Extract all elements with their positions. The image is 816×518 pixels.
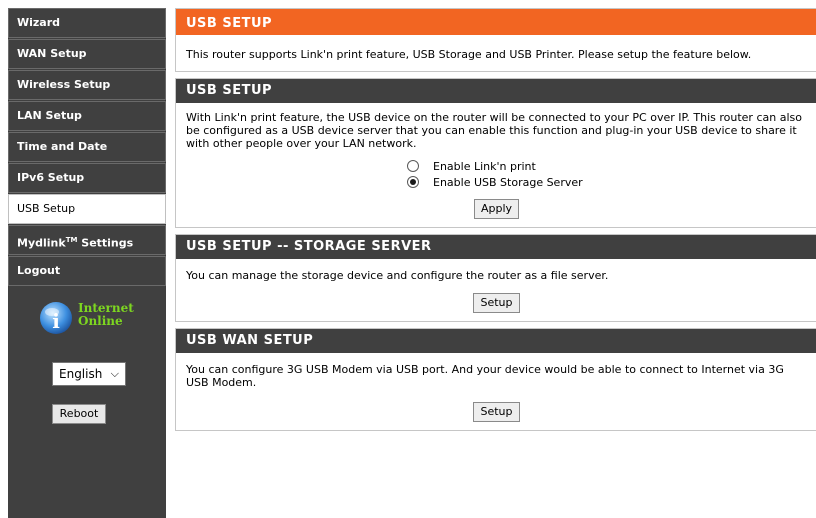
usb-wan-body: You can configure 3G USB Modem via USB p… bbox=[176, 353, 816, 430]
sidebar-item-ipv6-setup[interactable]: IPv6 Setup bbox=[8, 163, 166, 193]
linkn-print-radio[interactable] bbox=[407, 160, 419, 172]
sidebar-item-logout[interactable]: Logout bbox=[8, 256, 166, 286]
usb-wan-panel: USB WAN SETUP You can configure 3G USB M… bbox=[175, 328, 816, 431]
usb-storage-server-label: Enable USB Storage Server bbox=[433, 175, 583, 189]
mydlink-label: Mydlink bbox=[17, 236, 66, 250]
linkn-print-label: Enable Link'n print bbox=[433, 159, 536, 173]
usb-storage-server-radio[interactable] bbox=[407, 176, 419, 188]
usb-wan-description: You can configure 3G USB Modem via USB p… bbox=[186, 363, 784, 389]
storage-setup-row: Setup bbox=[186, 293, 807, 313]
main-content: USB SETUP This router supports Link'n pr… bbox=[175, 8, 816, 437]
usb-setup-description: With Link'n print feature, the USB devic… bbox=[186, 111, 802, 150]
internet-status-text: Internet Online bbox=[78, 302, 134, 328]
intro-panel: USB SETUP This router supports Link'n pr… bbox=[175, 8, 816, 72]
storage-setup-button[interactable]: Setup bbox=[473, 293, 520, 313]
globe-info-icon: i bbox=[40, 302, 72, 334]
intro-text: This router supports Link'n print featur… bbox=[186, 48, 752, 61]
usb-setup-body: With Link'n print feature, the USB devic… bbox=[176, 103, 816, 227]
language-value: English bbox=[59, 367, 103, 381]
internet-status: i Internet Online bbox=[8, 298, 166, 344]
usb-setup-header: USB SETUP bbox=[176, 79, 816, 103]
trademark-sup: TM bbox=[65, 236, 78, 244]
sidebar-nav: Wizard WAN Setup Wireless Setup LAN Setu… bbox=[8, 8, 166, 518]
storage-server-description: You can manage the storage device and co… bbox=[186, 269, 609, 282]
wan-setup-row: Setup bbox=[186, 402, 807, 422]
storage-server-header: USB SETUP -- STORAGE SERVER bbox=[176, 235, 816, 259]
option-usb-storage-server[interactable]: Enable USB Storage Server bbox=[186, 174, 807, 190]
svg-text:i: i bbox=[52, 309, 60, 333]
wan-setup-button[interactable]: Setup bbox=[473, 402, 520, 422]
apply-button[interactable]: Apply bbox=[473, 199, 520, 219]
usb-setup-panel: USB SETUP With Link'n print feature, the… bbox=[175, 78, 816, 228]
storage-server-panel: USB SETUP -- STORAGE SERVER You can mana… bbox=[175, 234, 816, 322]
status-line-online: Online bbox=[78, 314, 123, 328]
chevron-down-icon: ⌵ bbox=[110, 367, 119, 380]
sidebar-item-lan-setup[interactable]: LAN Setup bbox=[8, 101, 166, 131]
storage-server-body: You can manage the storage device and co… bbox=[176, 259, 816, 321]
usb-wan-header: USB WAN SETUP bbox=[176, 329, 816, 353]
sidebar-item-wan-setup[interactable]: WAN Setup bbox=[8, 39, 166, 69]
reboot-button[interactable]: Reboot bbox=[52, 404, 106, 424]
settings-label: Settings bbox=[77, 236, 134, 250]
sidebar-item-time-and-date[interactable]: Time and Date bbox=[8, 132, 166, 162]
sidebar-item-wizard[interactable]: Wizard bbox=[8, 8, 166, 38]
language-select[interactable]: English ⌵ bbox=[52, 362, 126, 386]
sidebar-item-wireless-setup[interactable]: Wireless Setup bbox=[8, 70, 166, 100]
sidebar-item-usb-setup[interactable]: USB Setup bbox=[8, 194, 166, 224]
sidebar-item-mydlink-settings[interactable]: MydlinkTM Settings bbox=[8, 225, 166, 255]
apply-row: Apply bbox=[186, 199, 807, 219]
page-title: USB SETUP bbox=[176, 9, 816, 35]
option-linkn-print[interactable]: Enable Link'n print bbox=[186, 158, 807, 174]
